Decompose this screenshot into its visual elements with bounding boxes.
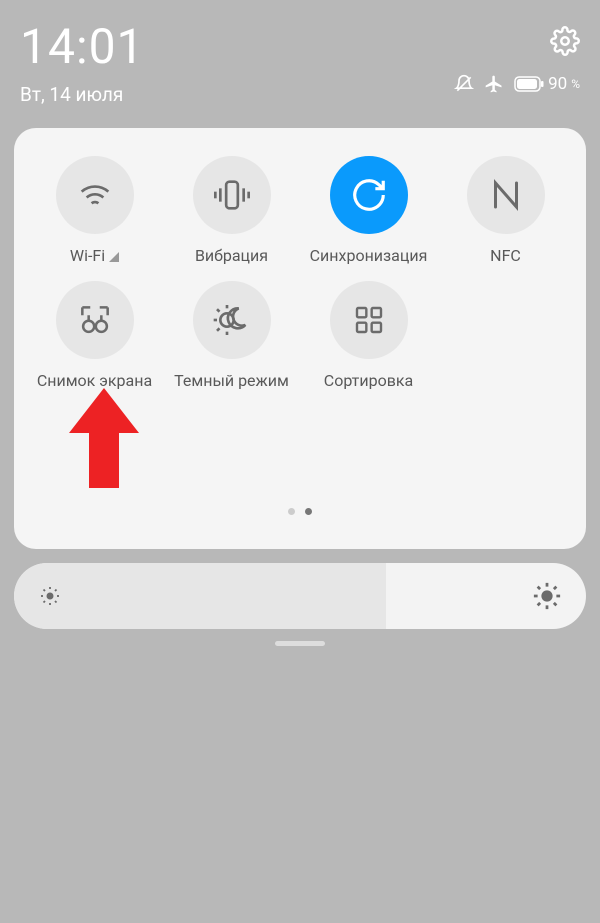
- sort-button[interactable]: [330, 281, 408, 359]
- tile-label: Вибрация: [195, 246, 268, 265]
- tile-wifi: Wi-Fi: [26, 156, 163, 265]
- tile-vibration: Вибрация: [163, 156, 300, 265]
- vibration-toggle[interactable]: [193, 156, 271, 234]
- settings-icon[interactable]: [550, 26, 580, 56]
- battery-indicator: 90 %: [514, 74, 580, 94]
- sync-toggle[interactable]: [330, 156, 408, 234]
- brightness-slider[interactable]: [14, 563, 586, 629]
- quick-settings-panel: Wi-Fi Вибрация: [14, 128, 586, 549]
- tile-label: Темный режим: [174, 371, 289, 390]
- tile-sort: Сортировка: [300, 281, 437, 390]
- brightness-low-icon: [38, 584, 62, 608]
- drag-handle[interactable]: [275, 641, 325, 646]
- darkmode-toggle[interactable]: [193, 281, 271, 359]
- tile-label: NFC: [490, 246, 521, 265]
- tile-screenshot: Снимок экрана: [26, 281, 163, 390]
- wifi-toggle[interactable]: [56, 156, 134, 234]
- tile-label: Сортировка: [324, 371, 413, 390]
- highlight-arrow: [69, 388, 139, 488]
- nfc-toggle[interactable]: [467, 156, 545, 234]
- screenshot-button[interactable]: [56, 281, 134, 359]
- brightness-high-icon: [532, 581, 562, 611]
- airplane-icon: [484, 74, 504, 94]
- mute-icon: [454, 74, 474, 94]
- date-label: Вт, 14 июля: [20, 83, 145, 106]
- tile-label: Синхронизация: [310, 246, 428, 265]
- tile-nfc: NFC: [437, 156, 574, 265]
- page-indicator: [26, 500, 574, 519]
- tile-darkmode: Темный режим: [163, 281, 300, 390]
- tile-sync: Синхронизация: [300, 156, 437, 265]
- tile-label: Wi-Fi: [70, 246, 119, 265]
- clock-time: 14:01: [20, 18, 145, 75]
